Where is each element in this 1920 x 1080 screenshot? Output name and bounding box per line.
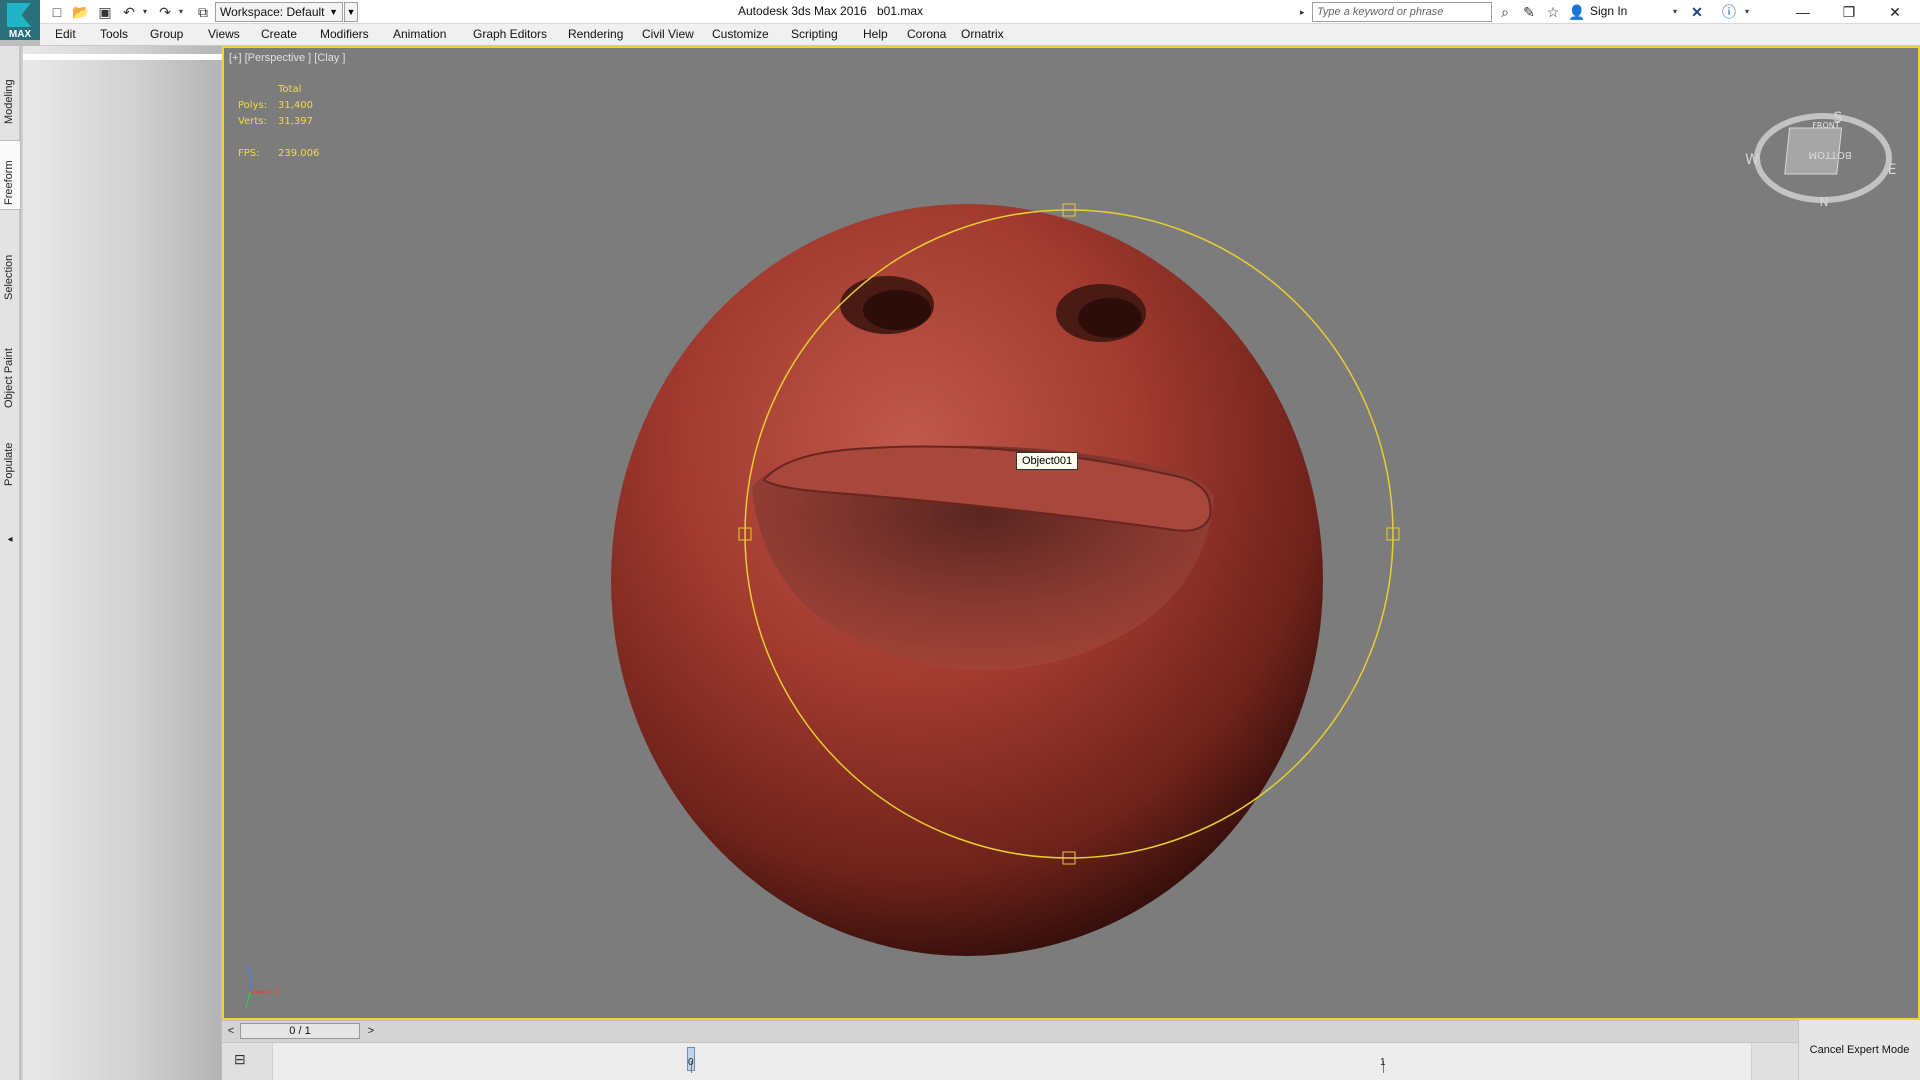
menu-help[interactable]: Help: [863, 27, 888, 41]
time-prev-button[interactable]: <: [223, 1023, 239, 1039]
sign-in-dropdown-icon[interactable]: ▾: [1670, 3, 1680, 21]
open-folder-icon[interactable]: 📂: [72, 3, 90, 21]
track-bar: ⊟ 0 1: [222, 1042, 1798, 1080]
menu-corona[interactable]: Corona: [907, 27, 946, 41]
tab-freeform-label: Freeform: [3, 160, 15, 205]
workspace-label: Workspace: Default: [220, 5, 325, 19]
tab-selection[interactable]: Selection: [0, 244, 20, 306]
menu-ornatrix[interactable]: Ornatrix: [961, 27, 1004, 41]
perspective-viewport[interactable]: [+] [Perspective ] [Clay ] Total Polys: …: [222, 46, 1920, 1020]
cancel-expert-mode-label: Cancel Expert Mode: [1809, 1044, 1910, 1056]
app-window: MAX □ 📂 ▣ ↶ ▾ ↷ ▾ ⧉ Workspace: Default ▼…: [0, 0, 1920, 1080]
axis-tripod-icon: z x: [245, 963, 280, 1009]
search-expand-icon[interactable]: ▸: [1300, 3, 1310, 21]
chevron-down-icon: ▼: [329, 7, 338, 17]
sign-in-link[interactable]: Sign In: [1590, 4, 1627, 18]
app-menu-button[interactable]: MAX: [0, 0, 40, 40]
menu-edit[interactable]: Edit: [55, 27, 76, 41]
close-button[interactable]: ✕: [1872, 0, 1918, 24]
exchange-apps-icon[interactable]: ✕: [1688, 3, 1706, 21]
menu-bar: Edit Tools Group Views Create Modifiers …: [40, 24, 1920, 46]
tab-populate[interactable]: Populate: [0, 432, 20, 490]
tab-object-paint-label: Object Paint: [3, 348, 15, 408]
viewcube-face-label: BOTTOM: [1808, 149, 1851, 160]
track-area[interactable]: 0 1: [272, 1043, 1752, 1080]
compass-e: E: [1888, 162, 1897, 178]
menu-animation[interactable]: Animation: [393, 27, 446, 41]
object-tooltip: Object001: [1016, 452, 1079, 470]
track-tick-end-label: 1: [1380, 1057, 1386, 1068]
app-logo-text: MAX: [8, 29, 32, 40]
track-tick-start-label: 0: [688, 1057, 694, 1068]
communication-center-icon[interactable]: ✎: [1520, 3, 1538, 21]
undo-dropdown-icon[interactable]: ▾: [140, 3, 150, 21]
redo-icon[interactable]: ↷: [156, 3, 174, 21]
viewcube[interactable]: BOTTOM FRONT S N W E: [1745, 110, 1896, 209]
3ds-max-logo-icon: [7, 3, 31, 27]
tab-modeling-label: Modeling: [3, 79, 15, 124]
ribbon-panel-header: [23, 54, 223, 60]
customize-toolbar-icon[interactable]: ▼: [344, 2, 358, 22]
ribbon-toggle-icon[interactable]: ◂: [0, 534, 20, 550]
ribbon-tab-strip: Modeling Freeform Selection Object Paint…: [0, 46, 20, 1080]
object-tooltip-text: Object001: [1022, 455, 1073, 467]
axis-x-label: x: [274, 987, 280, 997]
compass-s: S: [1834, 110, 1843, 126]
favorites-star-icon[interactable]: ☆: [1544, 3, 1562, 21]
menu-tools[interactable]: Tools: [100, 27, 128, 41]
help-icon[interactable]: ⓘ: [1720, 3, 1738, 21]
left-eye-hole: [863, 290, 931, 330]
time-slider[interactable]: 0 / 1: [240, 1023, 360, 1039]
tab-modeling[interactable]: Modeling: [0, 52, 20, 130]
restore-button[interactable]: ❐: [1826, 0, 1872, 24]
menu-customize[interactable]: Customize: [712, 27, 769, 41]
new-file-icon[interactable]: □: [48, 3, 66, 21]
menu-modifiers[interactable]: Modifiers: [320, 27, 369, 41]
redo-dropdown-icon[interactable]: ▾: [176, 3, 186, 21]
tab-object-paint[interactable]: Object Paint: [0, 342, 20, 412]
tab-freeform[interactable]: Freeform: [0, 140, 20, 210]
minimize-button[interactable]: —: [1780, 0, 1826, 24]
file-name: b01.max: [877, 4, 924, 18]
viewport-scene: BOTTOM FRONT S N W E z x: [245, 110, 1896, 1009]
project-folder-icon[interactable]: ⧉: [194, 3, 212, 21]
cancel-expert-mode-button[interactable]: Cancel Expert Mode: [1798, 1020, 1920, 1080]
axis-z-label: z: [246, 963, 251, 973]
tab-selection-label: Selection: [3, 254, 15, 300]
compass-n: N: [1820, 195, 1829, 209]
menu-group[interactable]: Group: [150, 27, 183, 41]
time-slider-bar: < 0 / 1 >: [222, 1020, 1798, 1042]
user-icon[interactable]: 👤: [1568, 3, 1586, 21]
menu-views[interactable]: Views: [208, 27, 240, 41]
time-next-button[interactable]: >: [363, 1023, 379, 1039]
title-bar: MAX □ 📂 ▣ ↶ ▾ ↷ ▾ ⧉ Workspace: Default ▼…: [0, 0, 1920, 40]
search-placeholder: Type a keyword or phrase: [1317, 6, 1444, 18]
undo-icon[interactable]: ↶: [120, 3, 138, 21]
menu-scripting[interactable]: Scripting: [791, 27, 838, 41]
menu-graph-editors[interactable]: Graph Editors: [473, 27, 547, 41]
binoculars-icon[interactable]: ⌕: [1496, 3, 1514, 21]
help-dropdown-icon[interactable]: ▾: [1742, 3, 1752, 21]
workspace-dropdown[interactable]: Workspace: Default ▼: [215, 2, 343, 22]
search-input[interactable]: Type a keyword or phrase: [1312, 2, 1492, 22]
menu-rendering[interactable]: Rendering: [568, 27, 623, 41]
menu-civil-view[interactable]: Civil View: [642, 27, 694, 41]
compass-w: W: [1745, 152, 1759, 168]
time-slider-frame: 0 / 1: [289, 1025, 311, 1037]
right-eye-hole: [1078, 298, 1142, 338]
ribbon-panel: [21, 46, 223, 1080]
window-title: Autodesk 3ds Max 2016: [738, 4, 867, 18]
save-icon[interactable]: ▣: [96, 3, 114, 21]
curve-editor-icon[interactable]: ⊟: [234, 1051, 254, 1069]
menu-create[interactable]: Create: [261, 27, 297, 41]
tab-populate-label: Populate: [3, 442, 15, 486]
